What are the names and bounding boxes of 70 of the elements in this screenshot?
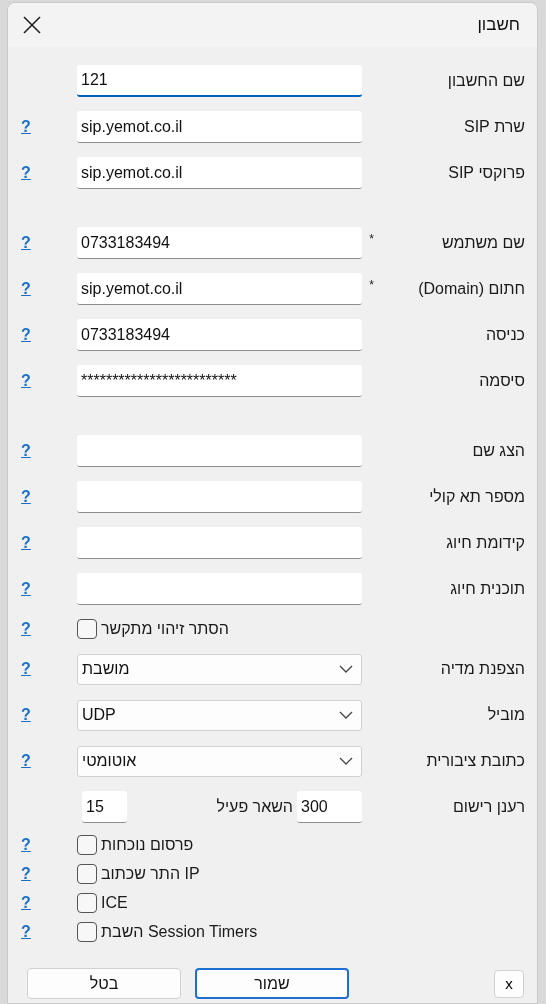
text-field[interactable]: sip.yemot.co.il: [77, 273, 362, 305]
field-label: כתובת ציבורית: [425, 752, 526, 770]
field-label: מוביל: [486, 706, 526, 724]
help-link[interactable]: ?: [21, 372, 31, 390]
text-field[interactable]: [77, 527, 362, 559]
field-label: שרת SIP: [462, 118, 526, 136]
default-button[interactable]: שמור: [195, 968, 349, 999]
number-field[interactable]: 15: [82, 791, 127, 823]
field-label: חתום (Domain): [417, 280, 526, 298]
help-link[interactable]: ?: [21, 620, 31, 638]
field-label: קידומת חיוג: [445, 534, 526, 552]
dropdown[interactable]: מושבת: [77, 653, 362, 685]
checkbox-label: הסתר זיהוי מתקשר: [101, 620, 229, 638]
help-link[interactable]: ?: [21, 922, 31, 941]
checkbox[interactable]: [77, 863, 97, 884]
text-field[interactable]: 121: [77, 65, 362, 97]
checkbox[interactable]: [77, 834, 97, 855]
field-label: הצפנת מדיה: [439, 660, 526, 678]
required-mark: *: [368, 278, 374, 292]
help-link[interactable]: ?: [21, 326, 31, 344]
field-label: רענן רישום: [451, 798, 526, 816]
text-field[interactable]: sip.yemot.co.il: [77, 111, 362, 143]
close-icon[interactable]: [23, 16, 41, 34]
text-field[interactable]: [77, 481, 362, 513]
number-field[interactable]: 300: [297, 791, 362, 823]
help-link[interactable]: ?: [21, 118, 31, 136]
field-label: הצג שם: [471, 442, 526, 460]
field-label: כניסה: [485, 326, 526, 344]
text-field[interactable]: 0733183494: [77, 319, 362, 351]
chevron-down-icon: [339, 665, 353, 673]
text-field[interactable]: [77, 435, 362, 467]
dropdown[interactable]: אוטומטי: [77, 745, 362, 777]
checkbox-label: ICE: [101, 893, 128, 912]
help-link[interactable]: ?: [21, 580, 31, 598]
field-label: סיסמה: [478, 372, 526, 390]
text-field[interactable]: sip.yemot.co.il: [77, 157, 362, 189]
help-link[interactable]: ?: [21, 442, 31, 460]
help-link[interactable]: ?: [21, 706, 31, 724]
required-mark: *: [368, 232, 374, 246]
field-label: מספר תא קולי: [428, 488, 526, 506]
field-label: שם החשבון: [446, 72, 526, 90]
help-link[interactable]: ?: [21, 534, 31, 552]
checkbox[interactable]: [77, 619, 97, 639]
chevron-down-icon: [339, 711, 353, 719]
chevron-down-icon: [339, 757, 353, 765]
checkbox-label: התר שכתוב IP: [101, 864, 200, 883]
help-link[interactable]: ?: [21, 488, 31, 506]
help-link[interactable]: ?: [21, 660, 31, 678]
help-link[interactable]: ?: [21, 280, 31, 298]
checkbox[interactable]: [77, 921, 97, 942]
field-label: שם משתמש: [440, 234, 526, 252]
field-label: תוכנית חיוג: [449, 580, 526, 598]
window-title: חשבון: [477, 15, 520, 35]
checkbox[interactable]: [77, 892, 97, 913]
help-link[interactable]: ?: [21, 835, 31, 854]
help-link[interactable]: ?: [21, 893, 31, 912]
dropdown[interactable]: UDP: [77, 699, 362, 731]
small-button[interactable]: x: [494, 969, 524, 998]
text-field[interactable]: 0733183494: [77, 227, 362, 259]
help-link[interactable]: ?: [21, 864, 31, 883]
help-link[interactable]: ?: [21, 752, 31, 770]
text-field[interactable]: [77, 573, 362, 605]
field-label: השאר פעיל: [216, 798, 293, 816]
checkbox-label: השבת Session Timers: [101, 922, 258, 941]
help-link[interactable]: ?: [21, 164, 31, 182]
text-field[interactable]: *************************: [77, 365, 362, 397]
field-label: פרוקסי SIP: [447, 164, 526, 182]
checkbox-label: פרסום נוכחות: [101, 835, 194, 854]
help-link[interactable]: ?: [21, 234, 31, 252]
dialog-button[interactable]: בטל: [27, 968, 181, 999]
